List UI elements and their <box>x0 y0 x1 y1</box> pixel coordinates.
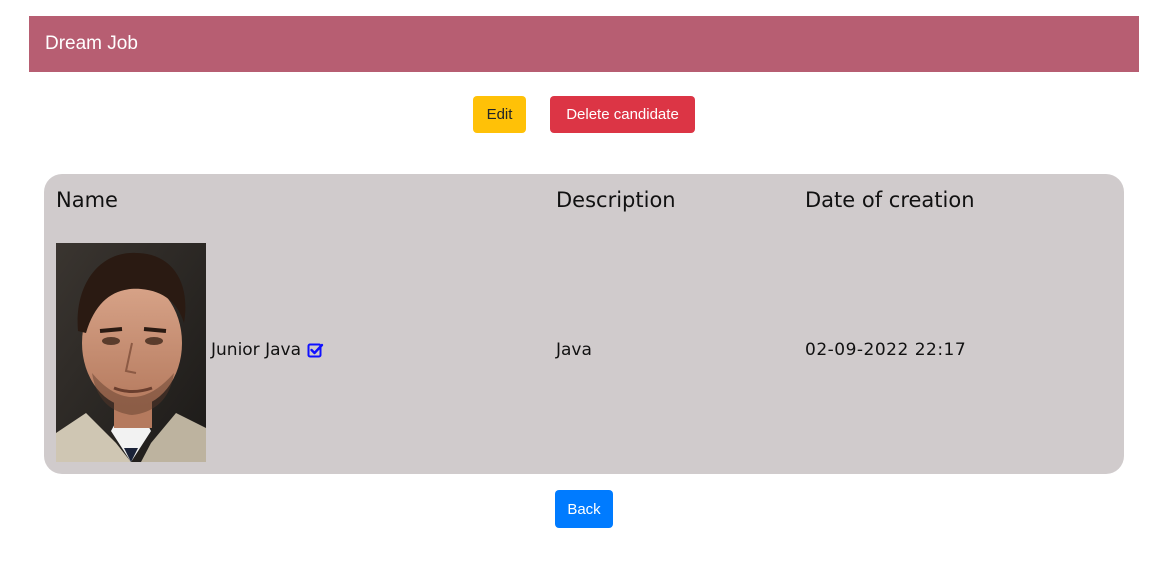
checked-box-icon <box>307 342 324 359</box>
candidate-table: Name Description Date of creation Junior… <box>44 174 1124 474</box>
candidate-created-date: 02-09-2022 22:17 <box>805 340 967 360</box>
brand-link[interactable]: Dream Job <box>45 33 138 55</box>
candidate-actions: Edit Delete candidate <box>0 96 1175 134</box>
edit-button[interactable]: Edit <box>473 96 526 133</box>
candidate-name: Junior Java <box>211 340 301 360</box>
column-header-description: Description <box>556 188 676 212</box>
back-button[interactable]: Back <box>555 490 613 528</box>
candidate-name-cell: Junior Java <box>211 340 324 360</box>
column-header-name: Name <box>56 188 118 212</box>
delete-candidate-button[interactable]: Delete candidate <box>550 96 695 133</box>
candidate-photo <box>56 243 206 462</box>
column-header-date: Date of creation <box>805 188 975 212</box>
navbar: Dream Job <box>29 16 1139 72</box>
candidate-description: Java <box>556 340 592 360</box>
